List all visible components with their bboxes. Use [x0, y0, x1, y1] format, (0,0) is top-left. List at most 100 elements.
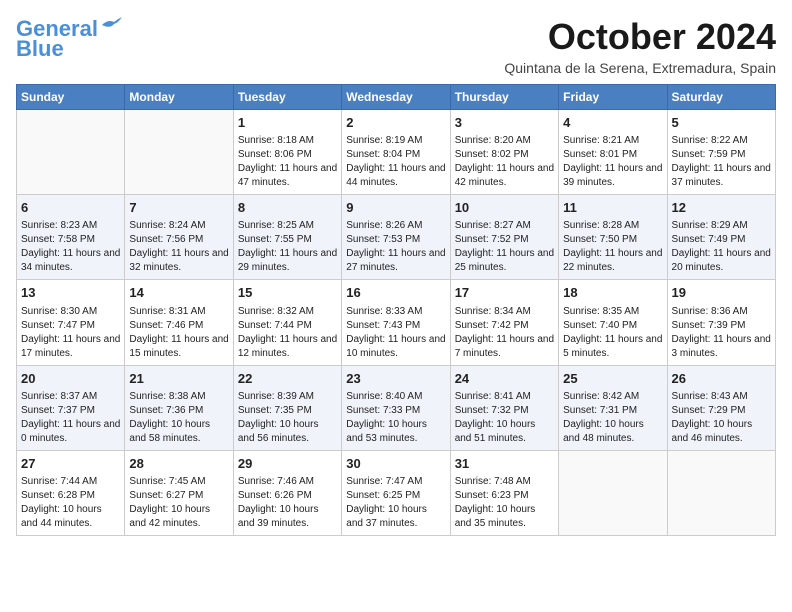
- calendar-cell: 21Sunrise: 8:38 AM Sunset: 7:36 PM Dayli…: [125, 365, 233, 450]
- day-number: 29: [238, 455, 337, 473]
- weekday-header-tuesday: Tuesday: [233, 85, 341, 110]
- calendar-cell: 16 Sunrise: 8:33 AM Sunset: 7:43 PM Dayli…: [342, 280, 450, 365]
- calendar-cell: 13Sunrise: 8:30 AM Sunset: 7:47 PM Dayli…: [17, 280, 125, 365]
- day-info: Sunrise: 8:30 AM Sunset: 7:47 PM Dayligh…: [21, 305, 120, 361]
- calendar-cell: 4 Sunrise: 8:21 AM Sunset: 8:01 PM Daylig…: [559, 110, 667, 195]
- day-number: 1: [238, 114, 337, 132]
- calendar-cell: 10 Sunrise: 8:27 AM Sunset: 7:52 PM Dayli…: [450, 195, 558, 280]
- day-number: 4: [563, 114, 662, 132]
- day-info: Sunrise: 8:35 AM Sunset: 7:40 PM Dayligh…: [563, 305, 662, 361]
- calendar-week-3: 13Sunrise: 8:30 AM Sunset: 7:47 PM Dayli…: [17, 280, 776, 365]
- day-number: 2: [346, 114, 445, 132]
- calendar-cell: 8Sunrise: 8:25 AM Sunset: 7:55 PM Daylig…: [233, 195, 341, 280]
- day-number: 25: [563, 370, 662, 388]
- calendar-cell: 19 Sunrise: 8:36 AM Sunset: 7:39 PM Dayli…: [667, 280, 775, 365]
- day-info: Sunrise: 8:22 AM Sunset: 7:59 PM Dayligh…: [672, 134, 771, 190]
- calendar-cell: 29 Sunrise: 7:46 AM Sunset: 6:26 PM Dayli…: [233, 450, 341, 535]
- calendar-header-row: SundayMondayTuesdayWednesdayThursdayFrid…: [17, 85, 776, 110]
- day-info: Sunrise: 8:23 AM Sunset: 7:58 PM Dayligh…: [21, 219, 120, 275]
- calendar-cell: 7 Sunrise: 8:24 AM Sunset: 7:56 PM Daylig…: [125, 195, 233, 280]
- calendar-week-4: 20 Sunrise: 8:37 AM Sunset: 7:37 PM Dayli…: [17, 365, 776, 450]
- day-info: Sunrise: 8:39 AM Sunset: 7:35 PM Dayligh…: [238, 390, 337, 446]
- weekday-header-monday: Monday: [125, 85, 233, 110]
- day-number: 15: [238, 284, 337, 302]
- day-number: 5: [672, 114, 771, 132]
- day-info: Sunrise: 8:19 AM Sunset: 8:04 PM Dayligh…: [346, 134, 445, 190]
- day-number: 20: [21, 370, 120, 388]
- day-info: Sunrise: 8:27 AM Sunset: 7:52 PM Dayligh…: [455, 219, 554, 275]
- calendar-cell: 14Sunrise: 8:31 AM Sunset: 7:46 PM Dayli…: [125, 280, 233, 365]
- weekday-header-saturday: Saturday: [667, 85, 775, 110]
- day-info: Sunrise: 8:25 AM Sunset: 7:55 PM Dayligh…: [238, 219, 337, 275]
- day-info: Sunrise: 8:41 AM Sunset: 7:32 PM Dayligh…: [455, 390, 554, 446]
- calendar-week-2: 6 Sunrise: 8:23 AM Sunset: 7:58 PM Daylig…: [17, 195, 776, 280]
- day-info: Sunrise: 8:24 AM Sunset: 7:56 PM Dayligh…: [129, 219, 228, 275]
- calendar-cell: 3 Sunrise: 8:20 AM Sunset: 8:02 PM Daylig…: [450, 110, 558, 195]
- day-number: 16: [346, 284, 445, 302]
- day-number: 30: [346, 455, 445, 473]
- day-number: 10: [455, 199, 554, 217]
- day-info: Sunrise: 8:21 AM Sunset: 8:01 PM Dayligh…: [563, 134, 662, 190]
- day-number: 23: [346, 370, 445, 388]
- calendar-cell: [17, 110, 125, 195]
- calendar-cell: 17Sunrise: 8:34 AM Sunset: 7:42 PM Dayli…: [450, 280, 558, 365]
- day-number: 3: [455, 114, 554, 132]
- day-number: 12: [672, 199, 771, 217]
- day-number: 21: [129, 370, 228, 388]
- calendar-cell: 28Sunrise: 7:45 AM Sunset: 6:27 PM Dayli…: [125, 450, 233, 535]
- day-info: Sunrise: 8:20 AM Sunset: 8:02 PM Dayligh…: [455, 134, 554, 190]
- calendar-cell: 20 Sunrise: 8:37 AM Sunset: 7:37 PM Dayli…: [17, 365, 125, 450]
- day-number: 27: [21, 455, 120, 473]
- calendar-cell: 30 Sunrise: 7:47 AM Sunset: 6:25 PM Dayli…: [342, 450, 450, 535]
- calendar-cell: 15 Sunrise: 8:32 AM Sunset: 7:44 PM Dayli…: [233, 280, 341, 365]
- weekday-header-wednesday: Wednesday: [342, 85, 450, 110]
- weekday-header-sunday: Sunday: [17, 85, 125, 110]
- day-info: Sunrise: 8:43 AM Sunset: 7:29 PM Dayligh…: [672, 390, 771, 446]
- day-number: 6: [21, 199, 120, 217]
- day-info: Sunrise: 7:47 AM Sunset: 6:25 PM Dayligh…: [346, 475, 445, 531]
- calendar-cell: 26 Sunrise: 8:43 AM Sunset: 7:29 PM Dayli…: [667, 365, 775, 450]
- day-info: Sunrise: 8:28 AM Sunset: 7:50 PM Dayligh…: [563, 219, 662, 275]
- day-info: Sunrise: 8:37 AM Sunset: 7:37 PM Dayligh…: [21, 390, 120, 446]
- calendar-cell: 9 Sunrise: 8:26 AM Sunset: 7:53 PM Daylig…: [342, 195, 450, 280]
- day-info: Sunrise: 8:26 AM Sunset: 7:53 PM Dayligh…: [346, 219, 445, 275]
- calendar-cell: 27Sunrise: 7:44 AM Sunset: 6:28 PM Dayli…: [17, 450, 125, 535]
- logo-line2: Blue: [16, 36, 64, 62]
- day-info: Sunrise: 7:48 AM Sunset: 6:23 PM Dayligh…: [455, 475, 554, 531]
- calendar-cell: [125, 110, 233, 195]
- calendar-cell: 2 Sunrise: 8:19 AM Sunset: 8:04 PM Daylig…: [342, 110, 450, 195]
- day-number: 24: [455, 370, 554, 388]
- page-header: General Blue October 2024 Quintana de la…: [16, 16, 776, 76]
- calendar-cell: 22Sunrise: 8:39 AM Sunset: 7:35 PM Dayli…: [233, 365, 341, 450]
- day-number: 28: [129, 455, 228, 473]
- calendar-cell: 6 Sunrise: 8:23 AM Sunset: 7:58 PM Daylig…: [17, 195, 125, 280]
- day-info: Sunrise: 8:29 AM Sunset: 7:49 PM Dayligh…: [672, 219, 771, 275]
- calendar-cell: 23Sunrise: 8:40 AM Sunset: 7:33 PM Dayli…: [342, 365, 450, 450]
- calendar-cell: [559, 450, 667, 535]
- day-number: 19: [672, 284, 771, 302]
- day-number: 18: [563, 284, 662, 302]
- day-info: Sunrise: 8:36 AM Sunset: 7:39 PM Dayligh…: [672, 305, 771, 361]
- day-info: Sunrise: 7:46 AM Sunset: 6:26 PM Dayligh…: [238, 475, 337, 531]
- day-number: 9: [346, 199, 445, 217]
- day-info: Sunrise: 8:32 AM Sunset: 7:44 PM Dayligh…: [238, 305, 337, 361]
- calendar-table: SundayMondayTuesdayWednesdayThursdayFrid…: [16, 84, 776, 536]
- day-number: 31: [455, 455, 554, 473]
- calendar-cell: [667, 450, 775, 535]
- calendar-week-5: 27Sunrise: 7:44 AM Sunset: 6:28 PM Dayli…: [17, 450, 776, 535]
- calendar-cell: 25 Sunrise: 8:42 AM Sunset: 7:31 PM Dayli…: [559, 365, 667, 450]
- calendar-cell: 24 Sunrise: 8:41 AM Sunset: 7:32 PM Dayli…: [450, 365, 558, 450]
- day-info: Sunrise: 8:42 AM Sunset: 7:31 PM Dayligh…: [563, 390, 662, 446]
- weekday-header-friday: Friday: [559, 85, 667, 110]
- calendar-cell: 11Sunrise: 8:28 AM Sunset: 7:50 PM Dayli…: [559, 195, 667, 280]
- day-info: Sunrise: 8:31 AM Sunset: 7:46 PM Dayligh…: [129, 305, 228, 361]
- weekday-header-thursday: Thursday: [450, 85, 558, 110]
- logo: General Blue: [16, 16, 122, 62]
- day-number: 7: [129, 199, 228, 217]
- day-info: Sunrise: 8:18 AM Sunset: 8:06 PM Dayligh…: [238, 134, 337, 190]
- location: Quintana de la Serena, Extremadura, Spai…: [504, 60, 776, 76]
- title-block: October 2024 Quintana de la Serena, Extr…: [504, 16, 776, 76]
- day-info: Sunrise: 8:33 AM Sunset: 7:43 PM Dayligh…: [346, 305, 445, 361]
- calendar-cell: 18 Sunrise: 8:35 AM Sunset: 7:40 PM Dayli…: [559, 280, 667, 365]
- day-number: 26: [672, 370, 771, 388]
